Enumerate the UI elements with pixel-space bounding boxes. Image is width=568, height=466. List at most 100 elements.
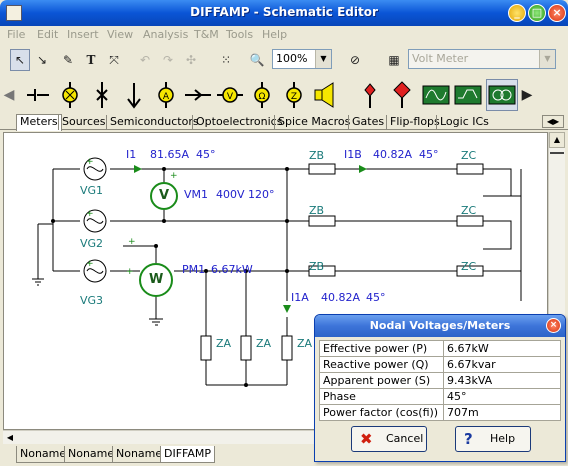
- tab-gates[interactable]: Gates: [348, 115, 387, 130]
- cancel-label: Cancel: [386, 432, 424, 445]
- tab-flip-flops[interactable]: Flip-flops: [386, 115, 443, 130]
- redo-button[interactable]: ↷: [158, 49, 178, 71]
- menu-insert[interactable]: Insert: [67, 28, 99, 41]
- zoom-combo[interactable]: 100% ▼: [272, 49, 332, 69]
- doc-tab-noname-1[interactable]: Noname: [16, 446, 71, 463]
- doc-tab-noname-2[interactable]: Noname: [64, 446, 119, 463]
- palette-switch[interactable]: [22, 79, 54, 111]
- palette-left-arrow[interactable]: ◀: [2, 79, 16, 111]
- palette-function-generator[interactable]: [452, 79, 484, 111]
- dc-analysis-icon: ⊘: [349, 53, 361, 67]
- ammeter-i1-name: I1: [126, 148, 137, 161]
- palette-speaker[interactable]: [310, 79, 342, 111]
- component-icon: ▦: [388, 53, 400, 67]
- source-label-vg2: VG2: [80, 237, 104, 250]
- graphics-tool-button[interactable]: ⤧: [104, 49, 124, 71]
- scroll-left-button[interactable]: ◀: [3, 431, 17, 444]
- tab-sources[interactable]: Sources: [58, 115, 109, 130]
- menu-file[interactable]: File: [7, 28, 25, 41]
- palette-impedance-meter[interactable]: Z: [278, 79, 310, 111]
- scroll-thumb[interactable]: [550, 152, 564, 154]
- speaker-icon: [314, 82, 334, 108]
- wire-select-button[interactable]: ↘: [32, 49, 52, 71]
- doc-tab-noname-3[interactable]: Noname: [112, 446, 167, 463]
- plus-label: +: [86, 259, 94, 269]
- help-button[interactable]: ? Help: [455, 426, 531, 452]
- chevron-right-icon: ▶: [521, 87, 533, 103]
- dialog-title: Nodal Voltages/Meters: [315, 315, 565, 337]
- text-icon: T: [86, 53, 96, 67]
- doc-tab-diffamp[interactable]: DIFFAMP: [160, 446, 216, 463]
- chevron-left-icon: ◀: [3, 87, 15, 103]
- dialog-close-button[interactable]: ×: [546, 318, 561, 333]
- window-title: DIFFAMP - Schematic Editor: [190, 5, 378, 19]
- component-combo[interactable]: Volt Meter ▼: [408, 49, 556, 69]
- cancel-button[interactable]: ✖ Cancel: [351, 426, 427, 452]
- palette-fuse[interactable]: [86, 79, 118, 111]
- rotate-button[interactable]: ✣: [181, 49, 201, 71]
- menu-view[interactable]: View: [107, 28, 133, 41]
- tab-semiconductors[interactable]: Semiconductors: [106, 115, 202, 130]
- palette-wire-arrow[interactable]: [182, 79, 214, 111]
- voltmeter-symbol: V: [159, 188, 170, 203]
- impedance-za: ZA: [297, 337, 313, 350]
- chevron-down-icon[interactable]: ▼: [315, 50, 331, 68]
- impedance-za: ZA: [256, 337, 272, 350]
- palette-right-arrow[interactable]: ▶: [520, 79, 534, 111]
- palette-ground[interactable]: [118, 79, 150, 111]
- wattmeter-name: PM1: [182, 263, 206, 276]
- menu-edit[interactable]: Edit: [37, 28, 58, 41]
- component-combo-value: Volt Meter: [412, 52, 469, 65]
- arrow-pointer-icon: ↖: [14, 53, 26, 67]
- menu-bar: File Edit Insert View Analysis T&M Tools…: [0, 26, 568, 44]
- palette-logic-indicator[interactable]: [386, 79, 418, 111]
- menu-analysis[interactable]: Analysis: [143, 28, 188, 41]
- palette-logic-analyzer[interactable]: [486, 79, 518, 111]
- logic-analyzer-icon: [488, 85, 516, 105]
- probe-icon: [364, 83, 376, 108]
- menu-tm[interactable]: T&M: [194, 28, 219, 41]
- row-value: 6.67kW: [443, 340, 561, 357]
- tab-logic-ics[interactable]: Logic ICs: [436, 115, 492, 130]
- place-component-button[interactable]: ▦: [384, 49, 404, 71]
- select-arrow-button[interactable]: ↖: [10, 49, 30, 71]
- zoom-button[interactable]: 🔍: [247, 49, 267, 71]
- palette-oscilloscope[interactable]: [420, 79, 452, 111]
- table-row: Power factor (cos(fi)) 707m: [319, 404, 561, 421]
- close-icon: ×: [549, 320, 558, 330]
- chevron-down-icon[interactable]: ▼: [539, 50, 555, 68]
- palette-ammeter[interactable]: A: [150, 79, 182, 111]
- ammeter-icon: A: [158, 82, 174, 108]
- tab-spice-macros[interactable]: Spice Macros: [274, 115, 353, 130]
- palette-probe[interactable]: [354, 79, 386, 111]
- menu-help[interactable]: Help: [262, 28, 287, 41]
- plus-label: +: [170, 171, 178, 181]
- graphics-icon: ⤧: [109, 53, 119, 67]
- palette-ohmmeter[interactable]: Ω: [246, 79, 278, 111]
- row-label: Phase: [319, 388, 444, 405]
- minimize-button[interactable]: _: [508, 4, 526, 22]
- voltmeter-icon: V: [217, 87, 243, 103]
- palette-lamp[interactable]: [54, 79, 86, 111]
- scroll-up-button[interactable]: ▲: [549, 132, 565, 148]
- tab-scroll-button[interactable]: ◀▶: [542, 115, 564, 128]
- grid-button[interactable]: ⁙: [216, 49, 236, 71]
- svg-text:A: A: [163, 92, 170, 102]
- plus-label: +: [86, 157, 94, 167]
- dc-analysis-button[interactable]: ⊘: [340, 49, 370, 71]
- palette-voltmeter[interactable]: V: [214, 79, 246, 111]
- minimize-icon: _: [514, 6, 520, 19]
- question-icon: ?: [464, 430, 473, 448]
- svg-text:V: V: [227, 92, 234, 102]
- menu-tools[interactable]: Tools: [226, 28, 253, 41]
- close-button[interactable]: ×: [548, 4, 566, 22]
- svg-text:Z: Z: [291, 92, 297, 102]
- pencil-icon: ✎: [62, 53, 74, 67]
- row-value: 707m: [443, 404, 561, 421]
- draw-wire-button[interactable]: ✎: [58, 49, 78, 71]
- maximize-button[interactable]: □: [528, 4, 546, 22]
- undo-button[interactable]: ↶: [135, 49, 155, 71]
- tab-optoelectronics[interactable]: Optoelectronics: [192, 115, 285, 130]
- tab-meters[interactable]: Meters: [16, 114, 62, 131]
- text-tool-button[interactable]: T: [81, 49, 101, 71]
